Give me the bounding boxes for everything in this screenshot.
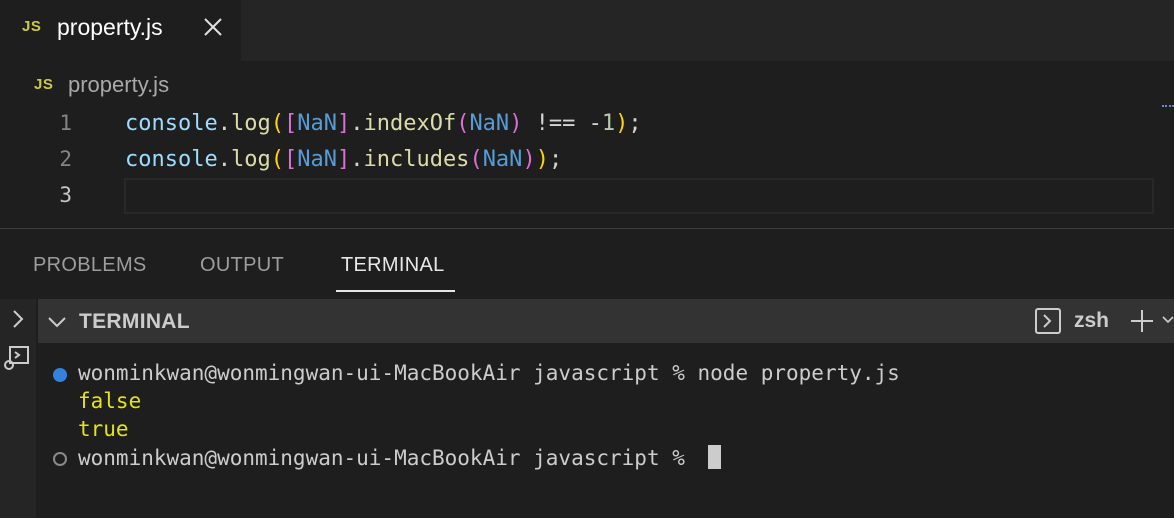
side-activity-strip bbox=[0, 299, 36, 518]
terminal-line: false bbox=[78, 389, 142, 413]
terminal-line: true bbox=[78, 417, 129, 441]
line-number: 2 bbox=[59, 147, 72, 171]
run-debug-icon[interactable] bbox=[4, 343, 32, 371]
tab-label: property.js bbox=[57, 14, 163, 40]
terminal-cursor bbox=[707, 445, 721, 469]
shell-name[interactable]: zsh bbox=[1074, 309, 1109, 333]
code-editor[interactable]: 1 console.log([NaN].indexOf(NaN) !== -1)… bbox=[0, 105, 1174, 227]
active-tab-indicator bbox=[336, 290, 455, 292]
close-icon[interactable] bbox=[202, 16, 224, 38]
code-line[interactable]: 3 bbox=[0, 178, 1174, 214]
minimap[interactable] bbox=[1162, 105, 1174, 109]
code-line[interactable]: 1 console.log([NaN].indexOf(NaN) !== -1)… bbox=[0, 106, 1174, 142]
breadcrumb: JS property.js bbox=[0, 68, 600, 102]
chevron-right-icon[interactable] bbox=[4, 305, 32, 333]
code-text: console.log([NaN].includes(NaN)); bbox=[125, 147, 563, 172]
chevron-down-icon[interactable] bbox=[46, 311, 68, 333]
terminal-header: TERMINAL zsh bbox=[38, 299, 1174, 343]
terminal-section-title[interactable]: TERMINAL bbox=[79, 310, 190, 334]
vscode-window: JS property.js JS property.js 1 console.… bbox=[0, 0, 1174, 518]
tab-output[interactable]: OUTPUT bbox=[200, 254, 284, 277]
bottom-panel: PROBLEMS OUTPUT TERMINAL TERMINAL zsh wo… bbox=[0, 228, 1174, 518]
chevron-down-icon[interactable] bbox=[1161, 313, 1174, 327]
line-number: 3 bbox=[59, 183, 72, 207]
terminal-line: wonminkwan@wonmingwan-ui-MacBookAir java… bbox=[78, 361, 900, 385]
line-number: 1 bbox=[59, 111, 72, 135]
command-success-marker[interactable] bbox=[53, 368, 67, 382]
tab-terminal[interactable]: TERMINAL bbox=[341, 254, 445, 277]
editor-tab-bar: JS property.js bbox=[0, 0, 1174, 61]
terminal-shell-icon[interactable] bbox=[1034, 307, 1062, 335]
tab-property-js[interactable]: JS property.js bbox=[0, 0, 241, 61]
panel-tab-bar: PROBLEMS OUTPUT TERMINAL bbox=[0, 229, 1174, 299]
js-file-icon: JS bbox=[22, 18, 42, 35]
code-line[interactable]: 2 console.log([NaN].includes(NaN)); bbox=[0, 142, 1174, 178]
command-pending-marker bbox=[53, 452, 67, 466]
js-file-icon: JS bbox=[34, 76, 54, 93]
breadcrumb-item-file[interactable]: property.js bbox=[68, 72, 169, 98]
terminal-line: wonminkwan@wonmingwan-ui-MacBookAir java… bbox=[78, 446, 698, 470]
plus-icon[interactable] bbox=[1128, 307, 1156, 335]
code-text: console.log([NaN].indexOf(NaN) !== -1); bbox=[125, 111, 642, 136]
tab-problems[interactable]: PROBLEMS bbox=[33, 254, 147, 277]
terminal-output[interactable]: wonminkwan@wonmingwan-ui-MacBookAir java… bbox=[38, 343, 1174, 518]
terminal-prompt-line[interactable]: wonminkwan@wonmingwan-ui-MacBookAir java… bbox=[78, 445, 721, 470]
